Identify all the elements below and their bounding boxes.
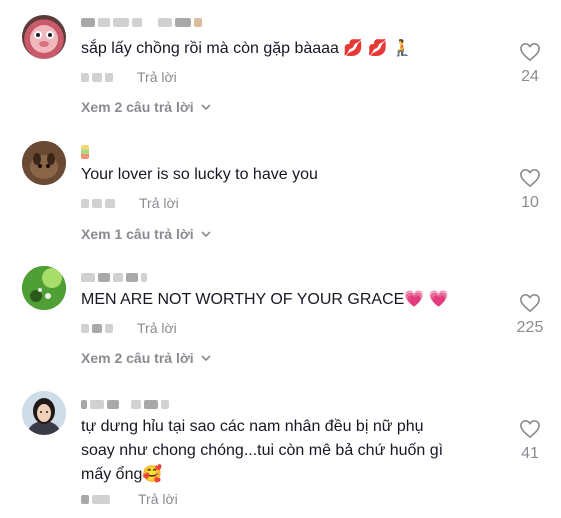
like-button[interactable]: 225 [512,293,548,337]
date-blurred [81,494,110,504]
date-blurred [81,72,113,82]
date-blurred [81,323,113,333]
like-button[interactable]: 41 [512,419,548,463]
username-blurred[interactable] [81,396,169,412]
comment-text: MEN ARE NOT WORTHY OF YOUR GRACE💗 💗 [81,291,449,308]
view-replies-button[interactable]: Xem 2 câu trả lời [81,99,212,115]
reply-button[interactable]: Trả lời [139,195,179,211]
like-count: 41 [521,445,539,462]
comment-text-line-2: soay như chong chóng...tui còn mê bả chứ… [81,442,444,459]
date-blurred [81,198,115,208]
avatar[interactable] [22,15,66,59]
like-count: 24 [521,68,539,85]
like-count: 225 [516,319,544,336]
chevron-down-icon [201,355,211,362]
heart-outline-icon [520,419,540,439]
comment-text-line-3: mấy ổng🥰 [81,466,163,483]
view-replies-label: Xem 2 câu trả lời [81,350,194,366]
reply-button[interactable]: Trả lời [138,491,178,507]
comment-meta: Trả lời [81,490,178,508]
username-blurred[interactable] [81,14,202,30]
username-blurred[interactable] [81,269,147,285]
comment-text-line-1: tự dưng hỉu tại sao các nam nhân đều bị … [81,418,424,435]
view-replies-button[interactable]: Xem 1 câu trả lời [81,226,212,242]
view-replies-label: Xem 2 câu trả lời [81,99,194,115]
heart-outline-icon [520,293,540,313]
view-replies-button[interactable]: Xem 2 câu trả lời [81,350,212,366]
like-button[interactable]: 10 [512,168,548,212]
like-count: 10 [521,194,539,211]
chevron-down-icon [201,104,211,111]
like-button[interactable]: 24 [512,42,548,86]
avatar[interactable] [22,266,66,310]
comment-meta: Trả lời [81,319,177,337]
view-replies-label: Xem 1 câu trả lời [81,226,194,242]
heart-outline-icon [520,168,540,188]
reply-button[interactable]: Trả lời [137,69,177,85]
avatar[interactable] [22,391,66,435]
avatar[interactable] [22,141,66,185]
chevron-down-icon [201,231,211,238]
username-blurred[interactable] [81,144,89,160]
comment-text: sắp lấy chồng rồi mà còn gặp bàaaa 💋 💋 🧎 [81,40,413,57]
comment-meta: Trả lời [81,194,179,212]
reply-button[interactable]: Trả lời [137,320,177,336]
comment-text: Your lover is so lucky to have you [81,166,318,183]
comment-meta: Trả lời [81,68,177,86]
heart-outline-icon [520,42,540,62]
